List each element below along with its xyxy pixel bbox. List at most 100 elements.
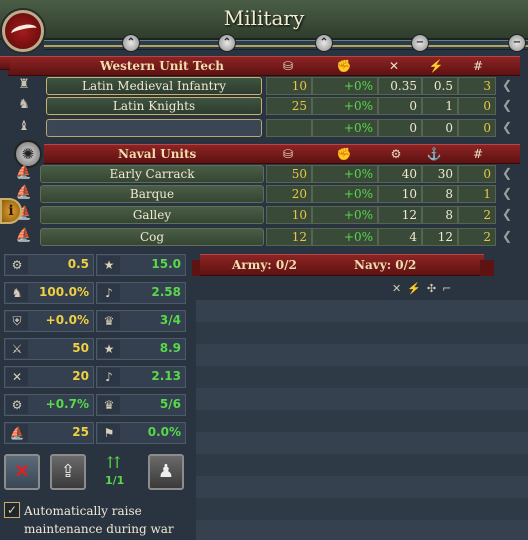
unit-crew: 8 xyxy=(422,185,458,203)
army-navy-banner: Army: 0/2 Navy: 0/2 xyxy=(200,254,484,276)
unit-count: 2 xyxy=(458,206,496,224)
auto-raise-checkbox[interactable]: ✓ xyxy=(4,502,20,518)
unit-name[interactable]: Cog xyxy=(40,228,264,246)
unit-shock: 0.5 xyxy=(422,77,458,95)
unit-count: 0 xyxy=(458,97,496,115)
sort-icons[interactable]: ✕⚡✣⌐ xyxy=(392,282,457,295)
lightning-icon: ⚡ xyxy=(428,59,444,73)
minus-icon[interactable]: − xyxy=(508,34,526,52)
unit-cost: 12 xyxy=(266,228,312,246)
admirals-icon: ♛ xyxy=(98,396,120,414)
chevron-left-icon[interactable]: ❮ xyxy=(502,78,522,94)
stat-cell: ✕ 20 xyxy=(4,366,94,388)
chevron-up-icon[interactable]: ⌃ xyxy=(315,34,333,52)
stat-value: 2.13 xyxy=(151,369,181,383)
chevron-left-icon[interactable]: ❮ xyxy=(502,229,522,245)
minus-icon[interactable]: − xyxy=(411,34,429,52)
disband-button[interactable]: ✕ xyxy=(4,454,40,490)
naval-unit-row[interactable]: ⛵ Early Carrack 50 +0% 40 30 0 ❮ xyxy=(0,164,512,184)
upgrade-button[interactable]: ⇪ xyxy=(50,454,86,490)
recruit-general-button[interactable]: ♟ xyxy=(148,454,184,490)
chevron-left-icon[interactable]: ❮ xyxy=(502,166,522,182)
military-emblem-icon[interactable] xyxy=(2,10,44,52)
crossed-swords-icon[interactable]: ✕ xyxy=(392,282,407,295)
unit-crew: 12 xyxy=(422,228,458,246)
window-header: Military xyxy=(0,0,528,40)
chevron-left-icon[interactable]: ❮ xyxy=(502,120,522,136)
count-icon: # xyxy=(472,147,484,161)
unit-name-empty[interactable] xyxy=(46,119,262,137)
army-count-label: Army: 0/2 xyxy=(232,258,297,272)
stat-value: 20 xyxy=(72,369,89,383)
stat-value: 8.9 xyxy=(159,341,181,355)
unit-shock: 1 xyxy=(422,97,458,115)
navy-count-label: Navy: 0/2 xyxy=(354,258,417,272)
unit-cost xyxy=(266,119,312,137)
stat-value: 5/6 xyxy=(159,397,181,411)
chevron-left-icon[interactable]: ❮ xyxy=(502,207,522,223)
army-list xyxy=(196,300,528,540)
unit-name[interactable]: Barque xyxy=(40,185,264,203)
chevron-left-icon[interactable]: ❮ xyxy=(502,186,522,202)
military-slider-rail: ⌃ ⌃ ⌃ − − xyxy=(44,34,528,52)
naval-unit-row[interactable]: ⛵ Cog 12 +0% 4 12 2 ❮ xyxy=(0,227,512,247)
unit-modifier: +0% xyxy=(312,206,378,224)
unit-attack: 0 xyxy=(378,119,422,137)
stat-cell: ⚑ 0.0% xyxy=(96,422,186,444)
fist-icon: ✊ xyxy=(336,59,352,73)
stat-cell: ♞ 100.0% xyxy=(4,282,94,304)
unit-modifier: +0% xyxy=(312,165,378,183)
unit-name[interactable]: Latin Medieval Infantry xyxy=(46,77,262,95)
stat-cell: ♛ 3/4 xyxy=(96,310,186,332)
unit-modifier: +0% xyxy=(312,185,378,203)
stat-value: 2.58 xyxy=(151,285,181,299)
cannon-icon[interactable]: ⌐ xyxy=(442,282,457,295)
chevron-up-icon[interactable]: ⌃ xyxy=(218,34,236,52)
spears-icon: ⚔ xyxy=(6,340,28,358)
unit-modifier: +0% xyxy=(312,228,378,246)
artillery-icon: ⚙ xyxy=(6,396,28,414)
stat-cell: ⚙ 0.5 xyxy=(4,254,94,276)
auto-raise-label: Automatically raise maintenance during w… xyxy=(24,504,174,536)
stat-cell: ★ 8.9 xyxy=(96,338,186,360)
naval-tradition-icon: ★ xyxy=(98,340,120,358)
stat-cell: ♛ 5/6 xyxy=(96,394,186,416)
stat-value: 0.0% xyxy=(147,425,181,439)
unit-modifier: +0% xyxy=(312,77,378,95)
land-unit-row[interactable]: ♜ Latin Medieval Infantry 10 +0% 0.35 0.… xyxy=(0,76,512,96)
unit-attack: 0 xyxy=(378,97,422,115)
fist-icon: ✊ xyxy=(336,147,352,161)
stat-cell: ⚔ 50 xyxy=(4,338,94,360)
unit-name[interactable]: Early Carrack xyxy=(40,165,264,183)
horse-army-icon: ♞ xyxy=(6,284,28,302)
naval-unit-row[interactable]: ⛵ Galley 10 +0% 12 8 2 ❮ xyxy=(0,205,512,225)
unit-modifier: +0% xyxy=(312,97,378,115)
stat-value: +0.0% xyxy=(45,313,89,327)
naval-unit-row[interactable]: ⛵ Barque 20 +0% 10 8 1 ❮ xyxy=(0,184,512,204)
chevron-left-icon[interactable]: ❮ xyxy=(502,98,522,114)
unit-cannons: 4 xyxy=(378,228,422,246)
unit-count: 0 xyxy=(458,165,496,183)
stat-cell: ⛨ +0.0% xyxy=(4,310,94,332)
land-unit-row[interactable]: ♝ +0% 0 0 0 ❮ xyxy=(0,118,512,138)
stat-value: 0.5 xyxy=(67,257,89,271)
page-title: Military xyxy=(223,6,305,30)
unit-cost: 20 xyxy=(266,185,312,203)
unit-cannons: 40 xyxy=(378,165,422,183)
chevron-up-icon[interactable]: ⌃ xyxy=(122,34,140,52)
unit-name[interactable]: Latin Knights xyxy=(46,97,262,115)
unit-shock: 0 xyxy=(422,119,458,137)
morale-icon[interactable]: ✣ xyxy=(427,282,442,295)
unit-cannons: 12 xyxy=(378,206,422,224)
land-unit-row[interactable]: ♞ Latin Knights 25 +0% 0 1 0 ❮ xyxy=(0,96,512,116)
stat-cell: ♪ 2.58 xyxy=(96,282,186,304)
lightning-icon[interactable]: ⚡ xyxy=(407,282,427,295)
unit-count: 3 xyxy=(458,77,496,95)
carrack-icon: ⛵ xyxy=(15,165,33,180)
stat-cell: ♪ 2.13 xyxy=(96,366,186,388)
artillery-icon: ♝ xyxy=(18,119,30,134)
stat-value: 3/4 xyxy=(159,313,181,327)
reinforce-icon: ⇈ xyxy=(107,453,121,472)
crossed-swords-icon: ✕ xyxy=(388,59,400,73)
unit-name[interactable]: Galley xyxy=(40,206,264,224)
